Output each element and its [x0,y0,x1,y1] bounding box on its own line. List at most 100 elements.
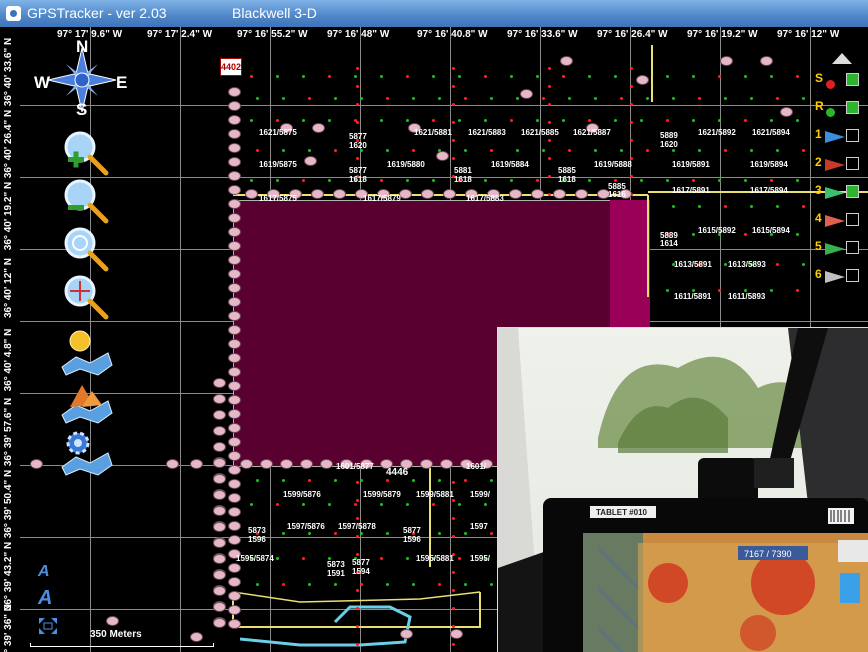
receiver-bubble[interactable] [228,521,241,531]
receiver-bubble[interactable] [509,189,522,199]
station-flag[interactable]: 1613/5891 [674,260,712,269]
receiver-bubble[interactable] [213,458,226,468]
receiver-bubble[interactable] [240,459,253,469]
receiver-bubble[interactable] [553,189,566,199]
receiver-bubble[interactable] [575,189,588,199]
receiver-bubble[interactable] [30,459,43,469]
station-flag[interactable]: 1595/ [470,554,490,563]
station-flag[interactable]: 1619/5888 [594,160,632,169]
station-flag[interactable]: 1595/5881 [416,554,454,563]
station-flag[interactable]: 1596 [403,535,421,544]
receiver-bubble[interactable] [228,157,241,167]
receiver-bubble[interactable] [228,353,241,363]
text-size-large-button[interactable]: A [38,587,52,610]
station-flag[interactable]: 5873 [327,560,345,569]
station-flag[interactable]: 1617/5875 [259,194,297,203]
layer-item[interactable]: 1 [812,125,868,147]
receiver-bubble[interactable] [228,213,241,223]
station-flag[interactable]: 5877 [352,558,370,567]
station-flag[interactable]: 1617/5891 [672,186,710,195]
receiver-bubble[interactable] [213,522,226,532]
receiver-bubble[interactable] [228,171,241,181]
layer-checkbox[interactable] [846,101,859,114]
receiver-bubble[interactable] [213,490,226,500]
receiver-bubble[interactable] [333,189,346,199]
receiver-bubble[interactable] [228,605,241,615]
text-size-small-button[interactable]: A [38,563,50,581]
receiver-bubble[interactable] [720,56,733,66]
receiver-bubble[interactable] [228,283,241,293]
receiver-bubble[interactable] [228,339,241,349]
station-flag[interactable]: 1596 [248,535,266,544]
station-flag[interactable]: 1601/ [466,462,486,471]
layer-checkbox[interactable] [846,157,859,170]
receiver-bubble[interactable] [213,554,226,564]
receiver-bubble[interactable] [228,185,241,195]
receiver-bubble[interactable] [228,451,241,461]
station-flag[interactable]: 1594 [352,567,370,576]
receiver-bubble[interactable] [228,577,241,587]
receiver-bubble[interactable] [166,459,179,469]
layer-item[interactable]: 6 [812,265,868,287]
layer-item[interactable]: S [812,69,868,91]
vehicle-marker[interactable]: 4402 [220,58,242,76]
receiver-bubble[interactable] [228,297,241,307]
station-flag[interactable]: 1595/5874 [236,554,274,563]
station-flag[interactable]: 1619/5891 [672,160,710,169]
receiver-bubble[interactable] [228,199,241,209]
receiver-bubble[interactable] [213,394,226,404]
receiver-bubble[interactable] [190,459,203,469]
receiver-bubble[interactable] [304,156,317,166]
receiver-bubble[interactable] [213,506,226,516]
receiver-bubble[interactable] [228,115,241,125]
settings-map-button[interactable] [58,423,114,479]
station-flag[interactable]: 1599/5879 [363,490,401,499]
map-canvas[interactable]: 36° 40' 33.6" N 36° 40' 26.4" N 36° 40' … [0,27,868,652]
receiver-bubble[interactable] [228,311,241,321]
layer-item[interactable]: R [812,97,868,119]
receiver-bubble[interactable] [636,75,649,85]
layer-item[interactable]: 3 [812,181,868,203]
station-flag[interactable]: 1617/5879 [363,194,401,203]
receiver-bubble[interactable] [320,459,333,469]
receiver-bubble[interactable] [421,189,434,199]
receiver-bubble[interactable] [213,378,226,388]
station-flag[interactable]: 1621/5875 [259,128,297,137]
receiver-bubble[interactable] [213,570,226,580]
receiver-bubble[interactable] [228,367,241,377]
receiver-bubble[interactable] [228,101,241,111]
station-flag[interactable]: 1615/5894 [752,226,790,235]
station-flag[interactable]: 1597/5876 [287,522,325,531]
receiver-bubble[interactable] [245,189,258,199]
receiver-bubble[interactable] [228,465,241,475]
receiver-bubble[interactable] [280,459,293,469]
receiver-bubble[interactable] [760,56,773,66]
station-flag[interactable]: 1621/5894 [752,128,790,137]
station-flag[interactable]: 5889 [660,131,678,140]
layer-checkbox[interactable] [846,213,859,226]
station-flag[interactable]: 1619/5894 [750,160,788,169]
layer-checkbox[interactable] [846,129,859,142]
station-flag[interactable]: 1599/5881 [416,490,454,499]
station-flag[interactable]: 1621/5892 [698,128,736,137]
station-flag[interactable]: 1621/5881 [414,128,452,137]
receiver-bubble[interactable] [228,143,241,153]
station-flag[interactable]: 1620 [660,140,678,149]
receiver-bubble[interactable] [228,535,241,545]
receiver-bubble[interactable] [228,493,241,503]
station-flag[interactable]: 5881 [454,166,472,175]
receiver-bubble[interactable] [400,629,413,639]
layer-item[interactable]: 2 [812,153,868,175]
receiver-bubble[interactable] [228,87,241,97]
station-flag[interactable]: 1621/5885 [521,128,559,137]
receiver-bubble[interactable] [228,227,241,237]
receiver-bubble[interactable] [213,474,226,484]
receiver-bubble[interactable] [228,437,241,447]
station-flag[interactable]: 5877 [403,526,421,535]
receiver-bubble[interactable] [780,107,793,117]
receiver-bubble[interactable] [228,395,241,405]
receiver-bubble[interactable] [228,507,241,517]
receiver-bubble[interactable] [311,189,324,199]
station-flag[interactable]: 1611/5891 [674,292,711,301]
receiver-bubble[interactable] [228,325,241,335]
